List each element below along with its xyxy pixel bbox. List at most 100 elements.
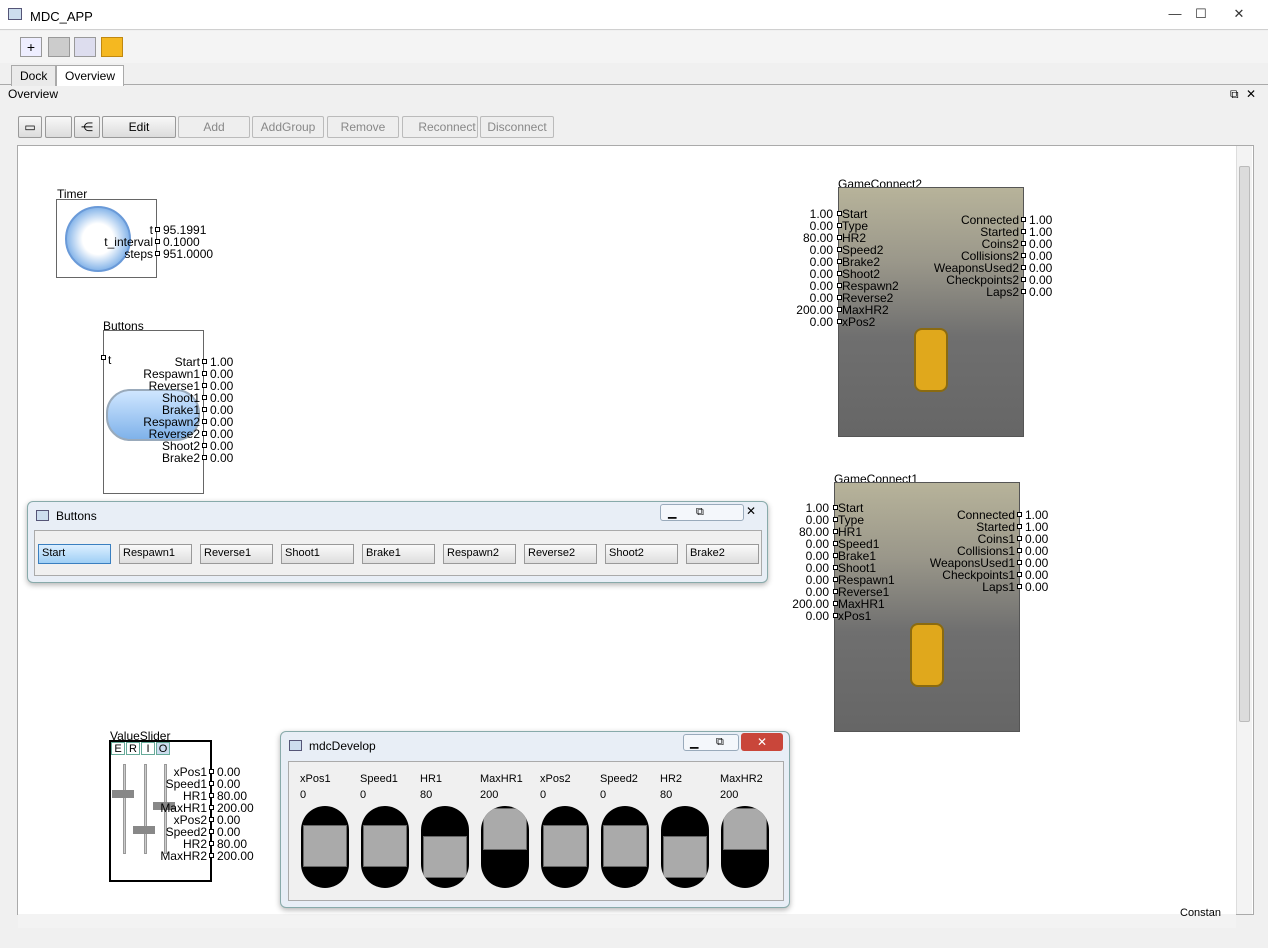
valueslider-port[interactable]	[209, 841, 214, 846]
gc2-port[interactable]	[1021, 253, 1026, 258]
gc1-port[interactable]	[1017, 536, 1022, 541]
buttons-port[interactable]	[202, 455, 207, 460]
close-window-icon[interactable]: ✕	[746, 504, 766, 521]
edit-button[interactable]: Edit	[102, 116, 176, 138]
control-button-shoot2[interactable]: Shoot2	[605, 544, 678, 564]
vertical-slider[interactable]	[481, 806, 529, 888]
timer-port-label: steps	[124, 247, 153, 261]
minimize-icon[interactable]: ▁	[690, 736, 698, 749]
gc1-port[interactable]	[1017, 512, 1022, 517]
timer-port-value: 951.0000	[163, 247, 214, 261]
valueslider-tab[interactable]: R	[126, 742, 140, 755]
slider-knob[interactable]	[423, 836, 467, 878]
slider-knob[interactable]	[603, 825, 647, 867]
horizontal-scrollbar[interactable]	[18, 914, 1236, 928]
connect-icon[interactable]: ⋲	[74, 116, 100, 138]
control-button-reverse1[interactable]: Reverse1	[200, 544, 273, 564]
buttons-port[interactable]	[202, 431, 207, 436]
slider-value: 0	[300, 789, 307, 801]
vertical-slider[interactable]	[721, 806, 769, 888]
restore-icon[interactable]: ⧉	[716, 736, 724, 749]
save-icon[interactable]	[48, 37, 70, 57]
valueslider-port[interactable]	[209, 769, 214, 774]
slider-value: 0	[540, 789, 547, 801]
minimize-button[interactable]: —	[1162, 5, 1188, 23]
vertical-slider[interactable]	[361, 806, 409, 888]
gc2-input-label: xPos2	[842, 315, 876, 329]
remove-button[interactable]: Remove	[327, 116, 399, 138]
save-graph-icon[interactable]: ▭	[18, 116, 42, 138]
gc1-port[interactable]	[1017, 560, 1022, 565]
float-icon[interactable]: ⧉	[1230, 87, 1239, 102]
slider-knob[interactable]	[663, 836, 707, 878]
control-button-shoot1[interactable]: Shoot1	[281, 544, 354, 564]
timer-port[interactable]	[155, 227, 160, 232]
buttons-port[interactable]	[202, 407, 207, 412]
valueslider-port[interactable]	[209, 853, 214, 858]
add-button[interactable]: Add	[178, 116, 250, 138]
maximize-button[interactable]: ☐	[1188, 5, 1214, 23]
gc1-port-value: 0.00	[1025, 580, 1049, 594]
addgroup-button[interactable]: AddGroup	[252, 116, 324, 138]
vertical-slider[interactable]	[421, 806, 469, 888]
gc2-port[interactable]	[1021, 265, 1026, 270]
buttons-port[interactable]	[202, 443, 207, 448]
close-window-icon[interactable]: ✕	[741, 733, 783, 751]
vertical-slider[interactable]	[301, 806, 349, 888]
blank-icon[interactable]	[45, 116, 72, 138]
reconnect-button[interactable]: Reconnect	[402, 116, 478, 138]
timer-port[interactable]	[155, 251, 160, 256]
gc2-port[interactable]	[1021, 289, 1026, 294]
control-button-respawn2[interactable]: Respawn2	[443, 544, 516, 564]
minimize-icon[interactable]: ▁	[668, 506, 676, 519]
tab-dock[interactable]: Dock	[11, 65, 57, 86]
valueslider-port[interactable]	[209, 829, 214, 834]
close-panel-icon[interactable]: ✕	[1246, 87, 1256, 101]
control-button-brake2[interactable]: Brake2	[686, 544, 759, 564]
control-button-brake1[interactable]: Brake1	[362, 544, 435, 564]
slider-knob[interactable]	[543, 825, 587, 867]
buttons-port[interactable]	[202, 395, 207, 400]
gc2-port[interactable]	[1021, 277, 1026, 282]
control-button-start[interactable]: Start	[38, 544, 111, 564]
add-node-icon[interactable]: +	[20, 37, 42, 57]
buttons-port[interactable]	[202, 359, 207, 364]
gc2-port[interactable]	[1021, 217, 1026, 222]
tab-overview[interactable]: Overview	[56, 65, 125, 86]
vertical-slider[interactable]	[661, 806, 709, 888]
control-button-reverse2[interactable]: Reverse2	[524, 544, 597, 564]
valueslider-tab[interactable]: E	[111, 742, 125, 755]
car-icon	[910, 623, 944, 687]
valueslider-port[interactable]	[209, 793, 214, 798]
valueslider-port[interactable]	[209, 805, 214, 810]
buttons-port[interactable]	[202, 371, 207, 376]
valueslider-port[interactable]	[209, 817, 214, 822]
slider-knob[interactable]	[483, 808, 527, 850]
restore-icon[interactable]: ⧉	[696, 506, 704, 519]
valueslider-port[interactable]	[209, 781, 214, 786]
buttons-port[interactable]	[202, 419, 207, 424]
folder-icon[interactable]	[101, 37, 123, 57]
gc1-port[interactable]	[1017, 548, 1022, 553]
vertical-slider[interactable]	[601, 806, 649, 888]
tab-bar: Dock Overview	[0, 63, 1268, 86]
valueslider-tab[interactable]: I	[141, 742, 155, 755]
disconnect-button[interactable]: Disconnect	[480, 116, 554, 138]
grid-icon[interactable]	[74, 37, 96, 57]
vertical-scrollbar[interactable]	[1236, 146, 1252, 914]
gc1-port[interactable]	[1017, 572, 1022, 577]
slider-knob[interactable]	[363, 825, 407, 867]
scroll-thumb[interactable]	[1239, 166, 1250, 722]
timer-port[interactable]	[155, 239, 160, 244]
vertical-slider[interactable]	[541, 806, 589, 888]
valueslider-tab[interactable]: O	[156, 742, 170, 755]
slider-knob[interactable]	[303, 825, 347, 867]
gc1-port[interactable]	[1017, 524, 1022, 529]
gc2-port[interactable]	[1021, 241, 1026, 246]
buttons-port[interactable]	[202, 383, 207, 388]
close-button[interactable]: ✕	[1226, 5, 1252, 23]
slider-knob[interactable]	[723, 808, 767, 850]
gc2-port[interactable]	[1021, 229, 1026, 234]
gc1-port[interactable]	[1017, 584, 1022, 589]
control-button-respawn1[interactable]: Respawn1	[119, 544, 192, 564]
